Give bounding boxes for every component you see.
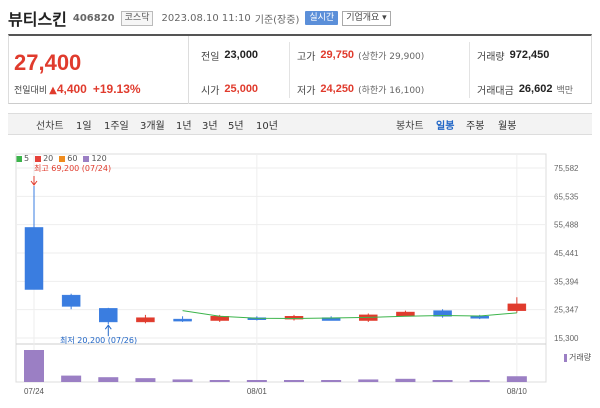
divider — [469, 42, 470, 98]
change-row: 전일대비 ▲ 4,400 +19.13% — [14, 82, 141, 96]
tab-1d[interactable]: 1일 — [76, 117, 92, 132]
candle-body — [507, 303, 527, 311]
lower-limit: (하한가 16,100) — [358, 85, 425, 96]
amount-unit: 백만 — [556, 85, 574, 96]
x-tick-label: 08/01 — [247, 387, 268, 396]
tab-daily[interactable]: 일봉 — [436, 117, 454, 132]
candle-body — [173, 318, 192, 322]
volume-bar — [284, 380, 304, 382]
open-value: 25,000 — [224, 83, 259, 95]
amount-cell: 거래대금 26,602 백만 — [477, 72, 573, 106]
tab-1y[interactable]: 1년 — [176, 117, 192, 132]
quote-datetime: 2023.08.10 11:10 — [161, 12, 251, 24]
y-tick-label: 25,347 — [554, 306, 579, 315]
volume-bar — [321, 380, 342, 382]
y-tick-label: 55,488 — [554, 221, 579, 230]
volume-bar — [469, 380, 490, 382]
change-percent: +19.13% — [92, 82, 141, 96]
prev-close-value: 23,000 — [224, 49, 259, 61]
volume-swatch — [564, 353, 567, 362]
tab-10y[interactable]: 10년 — [256, 117, 278, 132]
x-tick-label: 07/24 — [24, 387, 45, 396]
period-tabs: 선차트 1일 1주일 3개월 1년 3년 5년 10년 봉차트 일봉 주봉 월봉 — [8, 113, 592, 135]
volume-bar — [61, 375, 82, 382]
volume-legend: 거래량 — [564, 352, 591, 363]
low-cell: 저가 24,250 (하한가 16,100) — [297, 72, 424, 106]
change-label: 전일대비 — [14, 86, 48, 96]
volume-bar — [506, 376, 527, 382]
prev-close-label: 전일 — [201, 51, 220, 63]
tab-1w[interactable]: 1주일 — [104, 117, 129, 132]
y-tick-label: 75,582 — [554, 164, 579, 173]
tab-monthly[interactable]: 월봉 — [498, 117, 516, 132]
volume-bar — [135, 378, 156, 382]
volume-legend-label: 거래량 — [569, 353, 592, 362]
candle-body — [99, 308, 118, 323]
volume-bar — [209, 380, 230, 382]
low-value: 24,250 — [320, 83, 355, 95]
change-value: 4,400 — [56, 82, 87, 96]
divider — [289, 42, 290, 98]
amount-label: 거래대금 — [477, 85, 514, 97]
candle-body — [24, 227, 44, 290]
candle-body — [136, 317, 155, 323]
x-tick-label: 08/10 — [507, 387, 528, 396]
high-value: 29,750 — [320, 49, 355, 61]
chart-frame — [15, 153, 547, 383]
tab-3m[interactable]: 3개월 — [140, 117, 165, 132]
volume-bar — [432, 380, 453, 382]
volume-bar — [24, 350, 44, 382]
open-label: 시가 — [201, 85, 220, 97]
realtime-button[interactable]: 실시간 — [305, 11, 339, 25]
current-price-panel: 27,400 전일대비 ▲ 4,400 +19.13% — [9, 36, 189, 104]
high-label: 고가 — [297, 51, 316, 63]
candle-body — [61, 294, 81, 307]
company-info-dropdown[interactable]: 기업개요 ▾ — [342, 10, 391, 26]
high-cell: 고가 29,750 (상한가 29,900) — [297, 38, 424, 72]
volume-bar — [395, 378, 416, 382]
y-tick-label: 15,300 — [554, 334, 579, 343]
upper-limit: (상한가 29,900) — [358, 51, 425, 62]
open-cell: 시가 25,000 — [201, 72, 258, 106]
up-arrow-icon: ▲ — [49, 85, 57, 96]
low-label: 저가 — [297, 85, 316, 97]
tab-3y[interactable]: 3년 — [202, 117, 218, 132]
candlestick-chart[interactable]: 75,582 65,535 55,488 45,441 35,394 25,347 15,3… — [8, 150, 592, 400]
market-badge: 코스닥 — [120, 10, 154, 26]
volume-label: 거래량 — [477, 51, 505, 63]
stock-code: 406820 — [72, 12, 115, 24]
stock-header: 뷰티스킨 406820 코스닥 2023.08.10 11:10 기준(장중) … — [8, 7, 592, 29]
candle-body — [470, 316, 489, 319]
low-annotation: 최저 20,200 (07/26) — [60, 336, 138, 345]
volume-cell: 거래량 972,450 — [477, 38, 549, 72]
ma5-line — [182, 310, 517, 320]
prev-close-cell: 전일 23,000 — [201, 38, 258, 72]
volume-bar — [358, 379, 379, 382]
high-annotation: 최고 69,200 (07/24) — [34, 164, 112, 173]
stock-name: 뷰티스킨 — [8, 10, 67, 29]
y-tick-label: 45,441 — [554, 249, 579, 258]
volume-bar — [98, 377, 119, 382]
quote-summary: 27,400 전일대비 ▲ 4,400 +19.13% 전일 23,000 고가… — [8, 34, 592, 104]
volume-bar — [172, 379, 193, 382]
current-price: 27,400 — [14, 50, 82, 75]
line-chart-title: 선차트 — [36, 121, 64, 132]
candle-chart-title: 봉차트 — [396, 121, 424, 132]
tab-5y[interactable]: 5년 — [228, 117, 244, 132]
volume-value: 972,450 — [509, 49, 550, 61]
tab-weekly[interactable]: 주봉 — [466, 117, 484, 132]
volume-bar — [246, 380, 267, 382]
y-tick-label: 65,535 — [554, 192, 579, 201]
y-tick-label: 35,394 — [554, 277, 579, 286]
quote-basis: 기준(장중) — [254, 14, 300, 26]
amount-value: 26,602 — [518, 83, 553, 95]
